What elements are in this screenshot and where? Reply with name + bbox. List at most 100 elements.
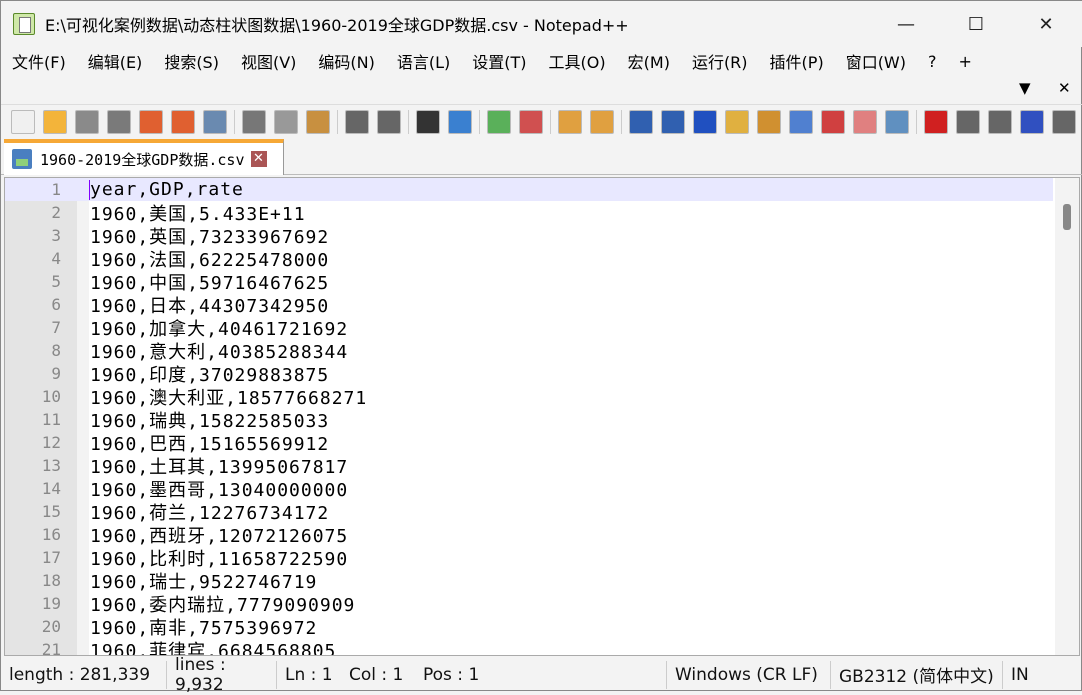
tab-bar: 1960-2019全球GDP数据.csv ✕ [1,139,1082,175]
folder-workspace-icon[interactable] [853,109,877,134]
copy-icon[interactable] [274,109,298,134]
line-number: 4 [51,249,61,268]
menu-item[interactable]: 语言(L) [386,49,461,73]
editor-line: 18 1960,瑞士,9522746719 [5,569,1053,593]
line-text: year,GDP,rate [90,179,244,200]
menu-item[interactable]: 工具(O) [538,49,617,73]
editor-line: 9 1960,印度,37029883875 [5,362,1053,386]
open-file-icon[interactable] [43,109,67,134]
editor-line: 8 1960,意大利,40385288344 [5,339,1053,363]
close-icon[interactable] [139,109,163,134]
find-icon[interactable] [416,109,440,134]
line-number: 19 [41,594,61,613]
menu-item[interactable]: 搜索(S) [153,49,230,73]
maximize-button[interactable]: ☐ [953,1,999,47]
indent-guide-icon[interactable] [693,109,717,134]
editor-line: 20 1960,南非,7575396972 [5,615,1053,639]
menu-item[interactable]: 文件(F) [1,49,77,73]
close-document-icon[interactable]: ✕ [1058,79,1071,101]
editor-line: 16 1960,西班牙,12072126075 [5,523,1053,547]
stop-macro-icon[interactable] [956,109,980,134]
doc-map-icon[interactable] [757,109,781,134]
line-text: 1960,菲律宾,6684568805 [90,640,337,656]
record-macro-icon[interactable] [924,109,948,134]
editor-line: 15 1960,荷兰,12276734172 [5,500,1053,524]
line-number: 3 [51,226,61,245]
line-number: 17 [41,548,61,567]
close-all-icon[interactable] [171,109,195,134]
line-number: 14 [41,479,61,498]
tab-label: 1960-2019全球GDP数据.csv [40,150,245,169]
editor-line: 1 year,GDP,rate [5,178,1053,201]
tab-close-icon[interactable]: ✕ [250,151,267,167]
toolbar [1,104,1082,138]
udl-icon[interactable] [725,109,749,134]
print-icon[interactable] [203,109,227,134]
status-insert-mode: IN [1011,664,1029,685]
sync-vertical-icon[interactable] [558,109,582,134]
line-number: 13 [41,456,61,475]
line-number: 20 [41,617,61,636]
line-number: 5 [51,272,61,291]
menu-item[interactable]: 编辑(E) [77,49,154,73]
tab-document[interactable]: 1960-2019全球GDP数据.csv ✕ [4,139,284,175]
show-all-chars-icon[interactable] [661,109,685,134]
status-bar: length : 281,339 lines : 9,932 Ln : 1 Co… [1,655,1082,695]
zoom-out-icon[interactable] [519,109,543,134]
zoom-in-icon[interactable] [487,109,511,134]
menu-dropdown-icon[interactable]: ▼ [1019,79,1031,101]
vertical-scrollbar[interactable] [1055,178,1079,655]
status-pos: Pos : 1 [415,660,667,689]
line-number: 18 [41,571,61,590]
line-number: 16 [41,525,61,544]
menu-item[interactable]: 视图(V) [230,49,307,73]
replace-icon[interactable] [448,109,472,134]
toolbar-separator [621,109,622,134]
line-number: 12 [41,433,61,452]
editor-line: 11 1960,瑞典,15822585033 [5,408,1053,432]
menu-item[interactable]: ? [917,52,948,71]
word-wrap-icon[interactable] [629,109,653,134]
line-number: 6 [51,295,61,314]
status-eol[interactable]: Windows (CR LF) [667,660,831,689]
cut-icon[interactable] [242,109,266,134]
editor-line: 3 1960,英国,73233967692 [5,224,1053,248]
paste-icon[interactable] [306,109,330,134]
monitoring-icon[interactable] [885,109,909,134]
undo-icon[interactable] [345,109,369,134]
menu-item[interactable]: 插件(P) [759,49,835,73]
menu-item[interactable]: + [948,52,983,71]
save-icon[interactable] [75,109,99,134]
save-status-icon [12,149,32,169]
status-ln: Ln : 1 [285,664,333,685]
text-caret [89,179,90,200]
menu-item[interactable]: 设置(T) [461,49,537,73]
new-file-icon[interactable] [11,109,35,134]
menu-item[interactable]: 窗口(W) [835,49,917,73]
sync-horizontal-icon[interactable] [590,109,614,134]
editor-line: 5 1960,中国,59716467625 [5,270,1053,294]
editor-line: 21 1960,菲律宾,6684568805 [5,638,1053,656]
play-macro-icon[interactable] [988,109,1012,134]
line-number: 21 [41,640,61,656]
close-button[interactable]: ✕ [1023,1,1069,47]
menu-item[interactable]: 宏(M) [617,49,681,73]
toolbar-separator [916,109,917,134]
function-list-icon[interactable] [789,109,813,134]
menu-item[interactable]: 编码(N) [307,49,385,73]
minimize-button[interactable]: — [883,1,929,47]
menu-item[interactable]: 运行(R) [681,49,759,73]
doc-list-icon[interactable] [821,109,845,134]
run-macro-multiple-icon[interactable] [1020,109,1044,134]
toolbar-separator [479,109,480,134]
redo-icon[interactable] [377,109,401,134]
scrollbar-thumb[interactable] [1063,204,1071,230]
window-title: E:\可视化案例数据\动态柱状图数据\1960-2019全球GDP数据.csv … [45,16,629,35]
save-macro-icon[interactable] [1052,109,1076,134]
title-bar: E:\可视化案例数据\动态柱状图数据\1960-2019全球GDP数据.csv … [1,1,1082,47]
editor[interactable]: 1 year,GDP,rate 2 1960,美国,5.433E+11 3 1960,英国… [4,177,1080,656]
save-all-icon[interactable] [107,109,131,134]
status-lines: lines : 9,932 [167,655,277,695]
menu-bar: 文件(F) 编辑(E) 搜索(S) 视图(V) 编码(N) 语言(L) 设置(T) 工具(O)… [1,47,1082,75]
status-encoding[interactable]: GB2312 (简体中文) [831,660,1003,689]
